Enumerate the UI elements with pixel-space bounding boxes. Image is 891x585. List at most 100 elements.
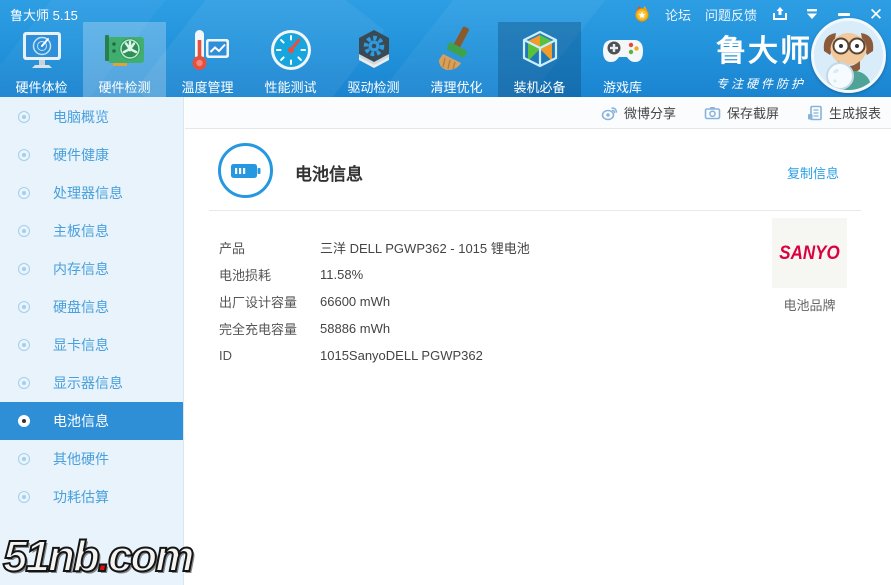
sidebar-item-cpu-info[interactable]: 处理器信息 [0, 174, 183, 212]
sidebar-label: 电池信息 [53, 413, 109, 429]
mascot-avatar [811, 18, 886, 93]
ludashi-window: 鲁大师 5.15 论坛 问题反馈 ✕ 硬件体检 硬件检测 温度管理 性能测试 驱… [0, 0, 891, 585]
radio-bullet-icon [18, 301, 30, 313]
app-header: 鲁大师 5.15 论坛 问题反馈 ✕ 硬件体检 硬件检测 温度管理 性能测试 驱… [0, 0, 891, 97]
sidebar-item-hardware-health[interactable]: 硬件健康 [0, 136, 183, 174]
sidebar-item-other-hardware[interactable]: 其他硬件 [0, 440, 183, 478]
sidebar-item-gpu-info[interactable]: 显卡信息 [0, 326, 183, 364]
radio-bullet-icon [18, 415, 30, 427]
sidebar-label: 显卡信息 [53, 337, 109, 353]
nav-label: 游戏库 [602, 80, 642, 95]
radio-bullet-icon [18, 187, 30, 199]
sidebar-label: 电脑概览 [53, 109, 109, 125]
report-icon [807, 105, 823, 121]
sidebar-item-memory-info[interactable]: 内存信息 [0, 250, 183, 288]
upload-icon[interactable] [771, 5, 789, 23]
sidebar-label: 主板信息 [53, 223, 109, 239]
radio-bullet-icon [18, 263, 30, 275]
sidebar-item-motherboard-info[interactable]: 主板信息 [0, 212, 183, 250]
sidebar-nav: 电脑概览 硬件健康 处理器信息 主板信息 内存信息 硬盘信息 显卡信息 显示器信… [0, 97, 184, 585]
sidebar-item-disk-info[interactable]: 硬盘信息 [0, 288, 183, 326]
row-value: 58886 mWh [320, 321, 391, 336]
sidebar-item-power-estimate[interactable]: 功耗估算 [0, 478, 183, 516]
row-label: ID [219, 348, 232, 363]
nav-temperature[interactable]: 温度管理 [166, 22, 249, 97]
sidebar-item-display-info[interactable]: 显示器信息 [0, 364, 183, 402]
nav-hardware-detect[interactable]: 硬件检测 [83, 22, 166, 97]
sanyo-logo-text: SANYO [779, 241, 840, 264]
nav-label: 装机必备 [513, 80, 566, 95]
sidebar-label: 硬盘信息 [53, 299, 109, 315]
nav-label: 驱动检测 [347, 80, 400, 95]
nav-cleanup[interactable]: 清理优化 [415, 22, 498, 97]
row-label: 产品 [219, 241, 246, 256]
speedometer-icon [265, 24, 317, 76]
generate-report-button[interactable]: 生成报表 [807, 103, 881, 122]
weibo-share-button[interactable]: 微博分享 [601, 103, 676, 122]
battery-info-table: 产品 三洋 DELL PGWP362 - 1015 锂电池 电池损耗 11.58… [219, 234, 530, 369]
gamepad-icon [597, 24, 649, 76]
radio-bullet-icon [18, 377, 30, 389]
nav-performance-test[interactable]: 性能测试 [249, 22, 332, 97]
nav-essential-software[interactable]: 装机必备 [498, 22, 581, 97]
battery-brand-caption: 电池品牌 [783, 298, 836, 313]
row-value: 11.58% [320, 267, 364, 282]
sidebar-label: 功耗估算 [53, 489, 109, 505]
row-label: 电池损耗 [219, 268, 272, 283]
table-row: 出厂设计容量 66600 mWh [219, 288, 530, 315]
radio-bullet-icon [18, 453, 30, 465]
tool-label: 微博分享 [623, 106, 676, 121]
save-screenshot-button[interactable]: 保存截屏 [704, 103, 779, 122]
51nb-watermark: 51nb.com [2, 531, 195, 582]
radio-bullet-icon [18, 149, 30, 161]
gpu-card-icon [99, 24, 151, 76]
page-title: 电池信息 [295, 165, 363, 184]
divider [209, 210, 861, 211]
radio-bullet-icon [18, 339, 30, 351]
brand-slogan: 专注硬件防护 [716, 77, 807, 91]
table-row: 电池损耗 11.58% [219, 261, 530, 288]
row-label: 出厂设计容量 [219, 295, 298, 310]
thermometer-chart-icon [182, 24, 234, 76]
broom-icon [431, 24, 483, 76]
sidebar-label: 显示器信息 [53, 375, 123, 391]
nav-driver-detect[interactable]: 驱动检测 [332, 22, 415, 97]
copy-info-link[interactable]: 复制信息 [787, 163, 839, 182]
sidebar-item-battery-info[interactable]: 电池信息 [0, 402, 183, 440]
medal-icon[interactable] [633, 5, 651, 23]
row-value: 三洋 DELL PGWP362 - 1015 锂电池 [320, 241, 530, 256]
table-row: 产品 三洋 DELL PGWP362 - 1015 锂电池 [219, 234, 530, 261]
sidebar-label: 硬件健康 [53, 147, 109, 163]
battery-info-panel: 电池信息 复制信息 产品 三洋 DELL PGWP362 - 1015 锂电池 … [185, 130, 891, 585]
nav-label: 硬件检测 [98, 80, 151, 95]
sidebar-label: 内存信息 [53, 261, 109, 277]
nav-label: 硬件体检 [15, 80, 68, 95]
row-label: 完全充电容量 [219, 322, 298, 337]
monitor-radar-icon [16, 24, 68, 76]
tool-label: 生成报表 [828, 106, 881, 121]
radio-bullet-icon [18, 225, 30, 237]
forum-link[interactable]: 论坛 [665, 5, 691, 24]
nav-hardware-checkup[interactable]: 硬件体检 [0, 22, 83, 97]
main-menu-icon[interactable] [803, 5, 821, 23]
row-value: 1015SanyoDELL PGWP362 [320, 348, 483, 363]
feedback-link[interactable]: 问题反馈 [705, 5, 757, 24]
sidebar-label: 处理器信息 [53, 185, 123, 201]
camera-icon [704, 105, 721, 121]
nav-game-library[interactable]: 游戏库 [581, 22, 664, 97]
radio-bullet-icon [18, 491, 30, 503]
row-value: 66600 mWh [320, 294, 391, 309]
battery-icon [218, 143, 273, 198]
radio-bullet-icon [18, 111, 30, 123]
brand-logo: 鲁大师 专注硬件防护 [716, 26, 812, 92]
battery-brand-logo: SANYO [772, 218, 847, 288]
table-row: ID 1015SanyoDELL PGWP362 [219, 342, 530, 369]
sidebar-item-computer-overview[interactable]: 电脑概览 [0, 98, 183, 136]
sidebar-label: 其他硬件 [53, 451, 109, 467]
weibo-icon [601, 105, 618, 121]
cube-icon [514, 24, 566, 76]
nav-label: 温度管理 [181, 80, 234, 95]
tool-label: 保存截屏 [726, 106, 779, 121]
close-icon[interactable]: ✕ [867, 5, 885, 23]
nav-label: 性能测试 [264, 80, 317, 95]
